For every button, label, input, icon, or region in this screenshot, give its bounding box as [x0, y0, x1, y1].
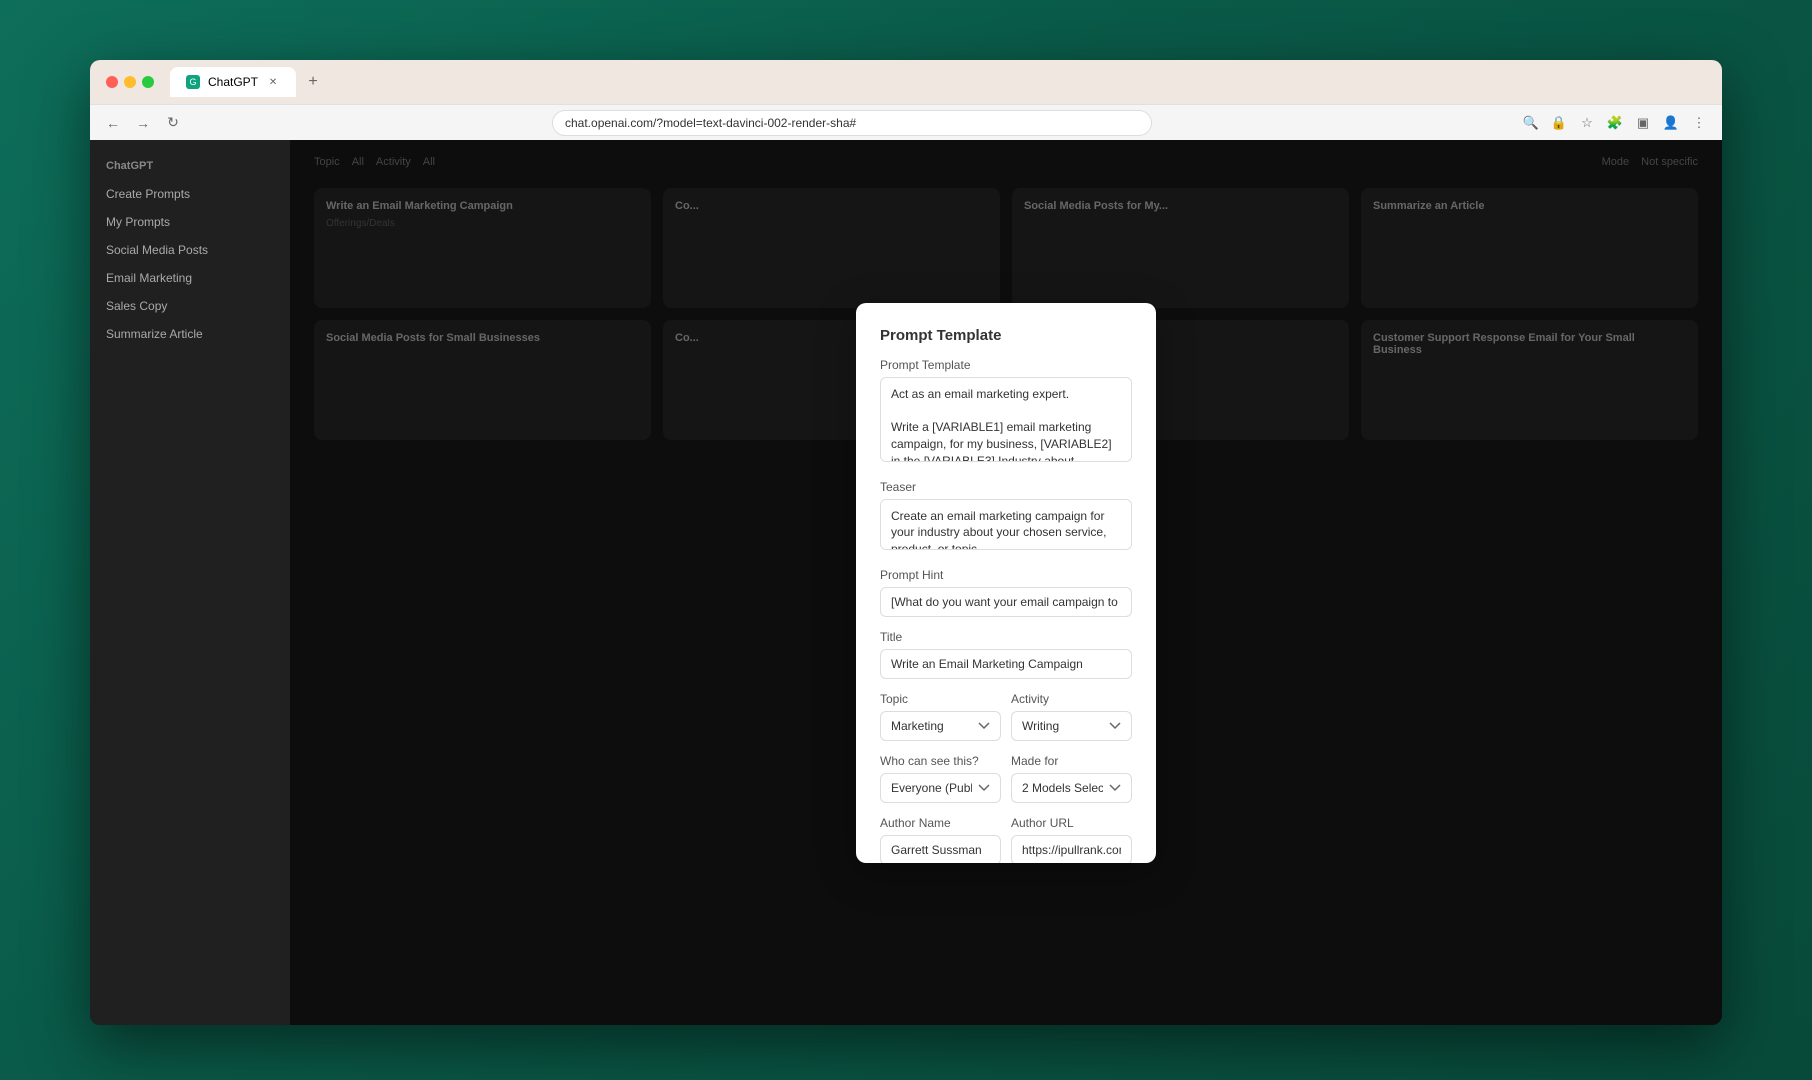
main-area: Topic All Activity All Mode Not specific…: [290, 140, 1722, 1025]
sidebar-item-4[interactable]: Sales Copy: [90, 292, 290, 320]
tab-title: ChatGPT: [208, 75, 258, 89]
sidebar-item-3[interactable]: Email Marketing: [90, 264, 290, 292]
madefor-select[interactable]: 2 Models Selected All Models: [1011, 773, 1132, 803]
prompt-hint-field-group: Prompt Hint: [880, 568, 1132, 617]
topic-activity-row: Topic Marketing Sales Social Media Activ…: [880, 692, 1132, 741]
toolbar-actions: 🔍 🔒 ☆ 🧩 ▣ 👤 ⋮: [1520, 112, 1710, 134]
close-button[interactable]: [106, 76, 118, 88]
prompt-template-modal: Prompt Template Prompt Template Teaser P…: [856, 303, 1156, 863]
sidebar-item-2[interactable]: Social Media Posts: [90, 236, 290, 264]
title-label: Title: [880, 630, 1132, 644]
search-icon[interactable]: 🔍: [1520, 112, 1542, 134]
back-button[interactable]: ←: [102, 112, 124, 134]
visibility-madefor-row: Who can see this? Everyone (Public) Only…: [880, 754, 1132, 803]
teaser-label: Teaser: [880, 480, 1132, 494]
sidebar-item-0[interactable]: Create Prompts: [90, 180, 290, 208]
madefor-label: Made for: [1011, 754, 1132, 768]
maximize-button[interactable]: [142, 76, 154, 88]
prompt-hint-label: Prompt Hint: [880, 568, 1132, 582]
prompt-template-textarea[interactable]: [880, 377, 1132, 462]
activity-label: Activity: [1011, 692, 1132, 706]
sidebar-section-label: ChatGPT: [90, 152, 290, 180]
traffic-lights: [106, 76, 154, 88]
title-field-group: Title: [880, 630, 1132, 679]
tab-favicon: G: [186, 75, 200, 89]
minimize-button[interactable]: [124, 76, 136, 88]
browser-tab[interactable]: G ChatGPT ✕: [170, 67, 296, 97]
topic-label: Topic: [880, 692, 1001, 706]
browser-toolbar: ← → ↻ chat.openai.com/?model=text-davinc…: [90, 104, 1722, 140]
author-url-input[interactable]: [1011, 835, 1132, 862]
sidebar-item-5[interactable]: Summarize Article: [90, 320, 290, 348]
prompt-template-label: Prompt Template: [880, 358, 1132, 372]
teaser-textarea[interactable]: [880, 499, 1132, 551]
modal-overlay[interactable]: Prompt Template Prompt Template Teaser P…: [290, 140, 1722, 1025]
tab-bar: G ChatGPT ✕ +: [170, 67, 1706, 97]
author-name-input[interactable]: [880, 835, 1001, 862]
teaser-field-group: Teaser: [880, 480, 1132, 556]
madefor-field-group: Made for 2 Models Selected All Models: [1011, 754, 1132, 803]
browser-window: G ChatGPT ✕ + ← → ↻ chat.openai.com/?mod…: [90, 60, 1722, 1025]
modal-title: Prompt Template: [880, 327, 1132, 344]
activity-select[interactable]: Writing Analysis: [1011, 711, 1132, 741]
sidebar-toggle-icon[interactable]: ▣: [1632, 112, 1654, 134]
tab-close-button[interactable]: ✕: [266, 75, 280, 89]
author-row: Author Name Author URL: [880, 816, 1132, 862]
sidebar: ChatGPT Create Prompts My Prompts Social…: [90, 140, 290, 1025]
star-icon[interactable]: ☆: [1576, 112, 1598, 134]
author-url-field-group: Author URL: [1011, 816, 1132, 862]
activity-field-group: Activity Writing Analysis: [1011, 692, 1132, 741]
visibility-label: Who can see this?: [880, 754, 1001, 768]
sidebar-item-1[interactable]: My Prompts: [90, 208, 290, 236]
refresh-button[interactable]: ↻: [162, 112, 184, 134]
author-name-field-group: Author Name: [880, 816, 1001, 862]
new-tab-button[interactable]: +: [300, 69, 326, 95]
author-url-label: Author URL: [1011, 816, 1132, 830]
profile-icon[interactable]: 👤: [1660, 112, 1682, 134]
prompt-hint-input[interactable]: [880, 587, 1132, 617]
visibility-field-group: Who can see this? Everyone (Public) Only…: [880, 754, 1001, 803]
title-input[interactable]: [880, 649, 1132, 679]
author-name-label: Author Name: [880, 816, 1001, 830]
page-content: ChatGPT Create Prompts My Prompts Social…: [90, 140, 1722, 1025]
extensions-icon[interactable]: 🧩: [1604, 112, 1626, 134]
visibility-select[interactable]: Everyone (Public) Only Me Team: [880, 773, 1001, 803]
prompt-template-field-group: Prompt Template: [880, 358, 1132, 467]
browser-titlebar: G ChatGPT ✕ +: [90, 60, 1722, 104]
forward-button[interactable]: →: [132, 112, 154, 134]
menu-icon[interactable]: ⋮: [1688, 112, 1710, 134]
topic-field-group: Topic Marketing Sales Social Media: [880, 692, 1001, 741]
url-text: chat.openai.com/?model=text-davinci-002-…: [565, 116, 856, 130]
url-bar[interactable]: chat.openai.com/?model=text-davinci-002-…: [552, 110, 1152, 136]
topic-select[interactable]: Marketing Sales Social Media: [880, 711, 1001, 741]
lock-icon[interactable]: 🔒: [1548, 112, 1570, 134]
